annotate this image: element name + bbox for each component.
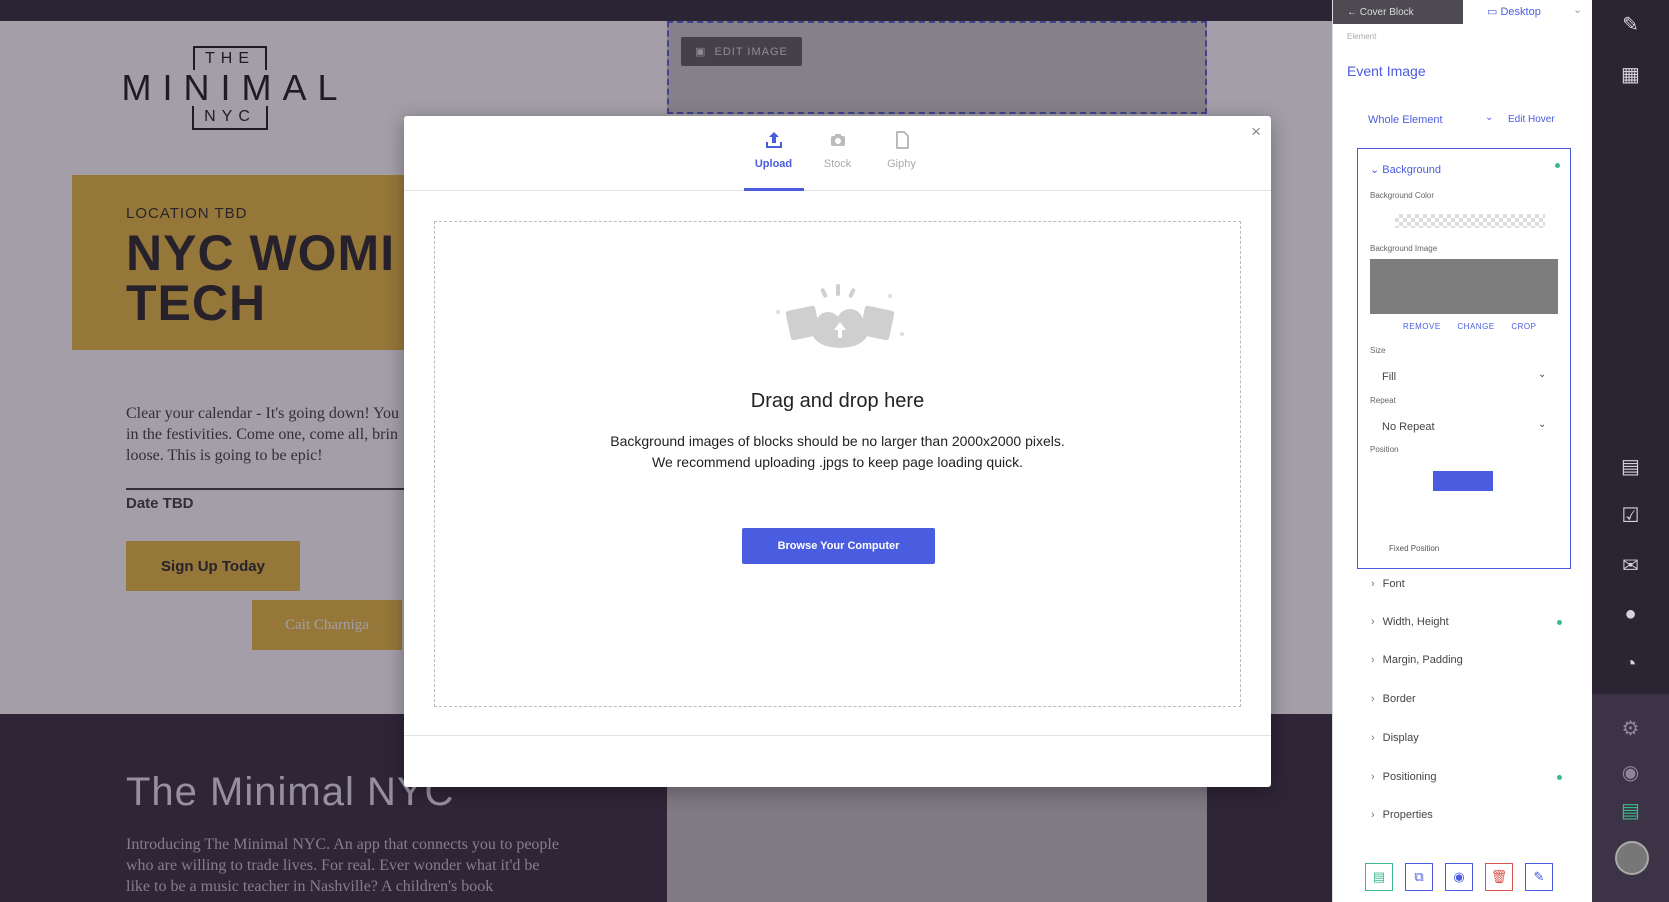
remove-image-link[interactable]: REMOVE: [1403, 322, 1441, 331]
modal-footer-divider: [404, 735, 1271, 736]
file-icon: [895, 131, 909, 149]
chevron-right-icon: ›: [1371, 809, 1375, 821]
section-border[interactable]: › Border: [1371, 693, 1416, 705]
upload-icon: [765, 132, 782, 148]
chevron-down-icon[interactable]: ⌄: [1573, 3, 1582, 16]
camera-icon: [830, 134, 845, 146]
position-label: Position: [1370, 445, 1399, 454]
size-select[interactable]: Fill: [1382, 371, 1396, 383]
section-font-label: Font: [1382, 578, 1405, 590]
section-margin-padding[interactable]: › Margin, Padding: [1371, 654, 1463, 666]
size-label: Size: [1370, 346, 1386, 355]
tab-stock[interactable]: Stock: [808, 116, 868, 190]
section-width-height-label: Width, Height: [1382, 616, 1449, 628]
change-image-link[interactable]: CHANGE: [1457, 322, 1494, 331]
save-icon[interactable]: ▤: [1592, 798, 1669, 823]
mail-icon[interactable]: ✉: [1592, 553, 1669, 578]
tab-upload[interactable]: Upload: [743, 116, 804, 191]
editor-panel: ← Cover Block ▭ Desktop ⌄ Element Event …: [1332, 0, 1592, 902]
modified-dot: [1557, 620, 1562, 625]
section-display[interactable]: › Display: [1371, 732, 1419, 744]
bg-image-label: Background Image: [1370, 244, 1438, 253]
checklist-icon[interactable]: ☑: [1592, 503, 1669, 528]
drop-line-1: Background images of blocks should be no…: [610, 433, 1065, 449]
section-positioning[interactable]: › Positioning: [1371, 771, 1437, 783]
bg-color-label: Background Color: [1370, 191, 1435, 200]
bg-image-thumbnail[interactable]: [1370, 259, 1558, 314]
drop-zone[interactable]: Drag and drop here Background images of …: [434, 221, 1241, 707]
chevron-right-icon: ›: [1371, 578, 1375, 590]
monitor-icon: ▭: [1487, 6, 1501, 18]
device-selector[interactable]: ▭ Desktop: [1487, 5, 1541, 18]
background-section-title: Background: [1382, 164, 1441, 176]
breadcrumb[interactable]: ← Cover Block: [1333, 0, 1463, 24]
scope-select[interactable]: Whole Element: [1368, 114, 1443, 126]
avatar[interactable]: [1615, 841, 1649, 875]
fixed-position-toggle[interactable]: Fixed Position: [1389, 544, 1439, 553]
section-margin-padding-label: Margin, Padding: [1382, 654, 1463, 666]
tab-upload-label: Upload: [754, 158, 793, 170]
upload-illustration-icon: [776, 284, 904, 348]
repeat-select[interactable]: No Repeat: [1382, 421, 1435, 433]
repeat-chevron-icon[interactable]: ⌄: [1538, 419, 1546, 430]
tool-rail: ✎ ▦ ▤ ☑ ✉ ● ◔ ⚙ ◉ ▤: [1592, 0, 1669, 902]
section-properties[interactable]: › Properties: [1371, 809, 1433, 821]
bg-image-actions: REMOVE CHANGE CROP: [1403, 322, 1551, 331]
bg-color-swatch[interactable]: [1395, 214, 1545, 228]
chevron-right-icon: ›: [1371, 771, 1375, 783]
browse-button[interactable]: Browse Your Computer: [742, 528, 935, 564]
section-width-height[interactable]: › Width, Height: [1371, 616, 1449, 628]
tab-giphy[interactable]: Giphy: [872, 116, 932, 190]
gear-icon[interactable]: ⚙: [1592, 716, 1669, 741]
element-actions: ▤ ⧉ ◉ 🗑 ✎: [1365, 863, 1553, 891]
element-name: Event Image: [1347, 63, 1426, 79]
modal-tabs: Upload Stock Giphy: [404, 116, 1271, 191]
pie-chart-icon[interactable]: ◔: [1592, 653, 1669, 676]
chevron-right-icon: ›: [1371, 654, 1375, 666]
page-icon[interactable]: ▤: [1592, 454, 1669, 479]
size-chevron-icon[interactable]: ⌄: [1538, 369, 1546, 380]
wrench-icon[interactable]: ✎: [1525, 863, 1553, 891]
background-section-toggle[interactable]: ⌄ Background: [1370, 163, 1441, 176]
section-display-label: Display: [1382, 732, 1419, 744]
layout-icon[interactable]: ▦: [1592, 62, 1669, 87]
background-section: ⌄ Background Background Color Background…: [1357, 148, 1571, 569]
duplicate-icon[interactable]: ⧉: [1405, 863, 1433, 891]
drop-title: Drag and drop here: [750, 390, 925, 412]
section-positioning-label: Positioning: [1382, 771, 1437, 783]
edit-hover-link[interactable]: Edit Hover: [1508, 114, 1555, 125]
repeat-label: Repeat: [1370, 396, 1396, 405]
crop-image-link[interactable]: CROP: [1511, 322, 1536, 331]
chevron-right-icon: ›: [1371, 693, 1375, 705]
section-border-label: Border: [1382, 693, 1416, 705]
section-properties-label: Properties: [1382, 809, 1433, 821]
tab-giphy-label: Giphy: [887, 158, 916, 170]
save-icon[interactable]: ▤: [1365, 863, 1393, 891]
visibility-icon[interactable]: ◉: [1445, 863, 1473, 891]
chevron-right-icon: ›: [1371, 616, 1375, 628]
image-picker-modal: × Upload Stock Giphy Drag and drop here …: [404, 116, 1271, 787]
tab-stock-label: Stock: [823, 158, 852, 170]
drop-instructions: Background images of blocks should be no…: [435, 431, 1240, 473]
chevron-right-icon: ›: [1371, 732, 1375, 744]
scope-chevron-icon[interactable]: ⌄: [1485, 112, 1493, 123]
section-font[interactable]: › Font: [1371, 578, 1405, 590]
element-label: Element: [1347, 32, 1377, 41]
drop-line-2: We recommend uploading .jpgs to keep pag…: [652, 454, 1023, 470]
user-icon[interactable]: ●: [1592, 603, 1669, 626]
eye-icon[interactable]: ◉: [1592, 760, 1669, 785]
modified-dot: [1557, 775, 1562, 780]
device-label: Desktop: [1500, 6, 1541, 18]
position-picker[interactable]: [1433, 471, 1493, 491]
trash-icon[interactable]: 🗑: [1485, 863, 1513, 891]
modified-dot: [1555, 163, 1560, 168]
pencil-icon[interactable]: ✎: [1592, 12, 1669, 37]
